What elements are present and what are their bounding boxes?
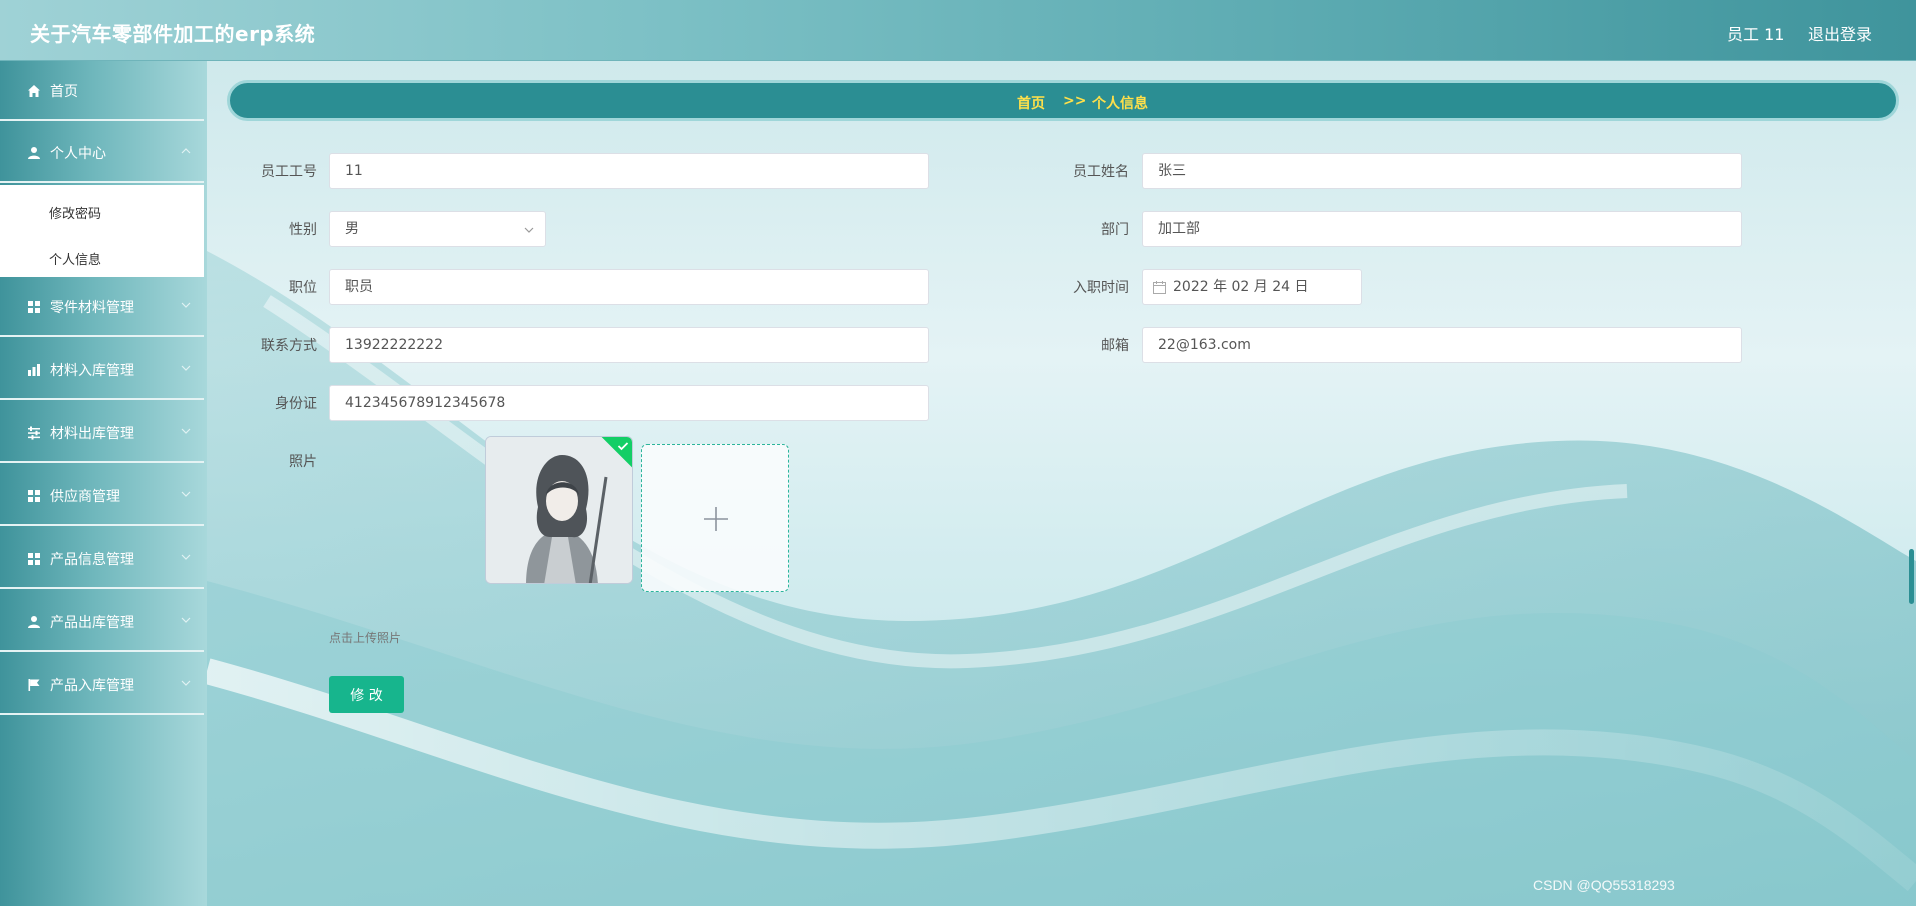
home-icon xyxy=(28,85,40,97)
grid-icon xyxy=(28,553,40,565)
sidebar-item-label: 首页 xyxy=(50,84,78,100)
position-field[interactable]: 职员 xyxy=(329,269,929,305)
chevron-down-icon xyxy=(181,428,191,434)
flag-icon xyxy=(28,679,40,691)
grid-icon xyxy=(28,301,40,313)
submenu-item-change-password[interactable]: 修改密码 xyxy=(49,203,101,222)
sidebar-item-product-info[interactable]: 产品信息管理 xyxy=(0,529,204,589)
sidebar-item-material-inbound[interactable]: 材料入库管理 xyxy=(0,340,204,400)
breadcrumb-home[interactable]: 首页 xyxy=(1017,93,1045,113)
sidebar: 首页 个人中心 修改密码 个人信息 零件材料管理 材料入库管理 材料出库管理 供… xyxy=(0,61,207,906)
sidebar-item-label: 材料出库管理 xyxy=(50,426,134,442)
hire-date-value: 2022 年 02 月 24 日 xyxy=(1173,279,1309,295)
watermark: CSDN @QQ55318293 xyxy=(1533,877,1675,893)
employee-name-field[interactable]: 张三 xyxy=(1142,153,1742,189)
sidebar-item-parts-materials[interactable]: 零件材料管理 xyxy=(0,277,204,337)
calendar-icon xyxy=(1153,281,1166,294)
check-icon xyxy=(617,442,629,451)
sidebar-item-personal-center[interactable]: 个人中心 xyxy=(0,123,204,183)
employee-id-label: 员工工号 xyxy=(261,164,317,180)
user-icon xyxy=(28,616,40,628)
photo-upload-button[interactable] xyxy=(641,444,789,592)
sidebar-item-product-inbound[interactable]: 产品入库管理 xyxy=(0,655,204,715)
chevron-down-icon xyxy=(181,365,191,371)
plus-icon xyxy=(704,507,728,531)
logout-link[interactable]: 退出登录 xyxy=(1808,21,1872,45)
phone-label: 联系方式 xyxy=(261,338,317,354)
sidebar-item-label: 材料入库管理 xyxy=(50,363,134,379)
avatar-image xyxy=(486,437,632,583)
chevron-down-icon xyxy=(181,617,191,623)
gender-select[interactable]: 男 xyxy=(329,211,546,247)
employee-id-field[interactable]: 11 xyxy=(329,153,929,189)
breadcrumb-current: 个人信息 xyxy=(1092,96,1148,112)
grid-icon xyxy=(28,490,40,502)
department-field[interactable]: 加工部 xyxy=(1142,211,1742,247)
chevron-down-icon xyxy=(524,227,534,233)
upload-hint-text: 点击上传照片 xyxy=(329,631,402,645)
scrollbar-thumb[interactable] xyxy=(1909,549,1914,604)
sidebar-item-label: 供应商管理 xyxy=(50,489,120,505)
id-card-label: 身份证 xyxy=(275,396,317,412)
chevron-down-icon xyxy=(181,680,191,686)
sidebar-item-home[interactable]: 首页 xyxy=(0,61,204,121)
sliders-icon xyxy=(28,426,40,440)
chevron-up-icon xyxy=(181,148,191,154)
sidebar-item-product-outbound[interactable]: 产品出库管理 xyxy=(0,592,204,652)
uploaded-photo[interactable] xyxy=(485,436,633,584)
hire-date-picker[interactable]: 2022 年 02 月 24 日 xyxy=(1142,269,1362,305)
sidebar-item-label: 零件材料管理 xyxy=(50,300,134,316)
sidebar-item-label: 产品出库管理 xyxy=(50,615,134,631)
main-content: 首页 >> 个人信息 员工工号 11 员工姓名 张三 性别 男 部门 加工部 职… xyxy=(207,61,1916,906)
sidebar-item-label: 产品信息管理 xyxy=(50,552,134,568)
gender-selected-value: 男 xyxy=(345,221,359,237)
top-header: 关于汽车零部件加工的erp系统 员工 11 退出登录 xyxy=(0,0,1916,61)
breadcrumb-separator: >> xyxy=(1063,93,1087,109)
chevron-down-icon xyxy=(181,302,191,308)
gender-label: 性别 xyxy=(289,222,317,238)
sidebar-item-label: 个人中心 xyxy=(50,146,106,162)
breadcrumb: 首页 >> 个人信息 xyxy=(227,80,1899,121)
email-field[interactable]: 22@163.com xyxy=(1142,327,1742,363)
personal-center-submenu: 修改密码 个人信息 xyxy=(0,185,204,277)
sidebar-item-supplier[interactable]: 供应商管理 xyxy=(0,466,204,526)
submit-button[interactable]: 修 改 xyxy=(329,676,404,713)
employee-name-label: 员工姓名 xyxy=(1073,164,1129,180)
department-label: 部门 xyxy=(1101,222,1129,238)
phone-field[interactable]: 13922222222 xyxy=(329,327,929,363)
id-card-field[interactable]: 412345678912345678 xyxy=(329,385,929,421)
chevron-down-icon xyxy=(181,554,191,560)
user-icon xyxy=(28,147,40,159)
submenu-item-personal-info[interactable]: 个人信息 xyxy=(49,249,101,268)
email-label: 邮箱 xyxy=(1101,338,1129,354)
photo-label: 照片 xyxy=(289,454,317,470)
hire-date-label: 入职时间 xyxy=(1073,280,1129,296)
chart-icon xyxy=(28,364,40,376)
sidebar-item-material-outbound[interactable]: 材料出库管理 xyxy=(0,403,204,463)
sidebar-item-label: 产品入库管理 xyxy=(50,678,134,694)
app-title: 关于汽车零部件加工的erp系统 xyxy=(30,22,316,46)
current-user-name: 员工 11 xyxy=(1727,25,1785,44)
position-label: 职位 xyxy=(289,280,317,296)
chevron-down-icon xyxy=(181,491,191,497)
